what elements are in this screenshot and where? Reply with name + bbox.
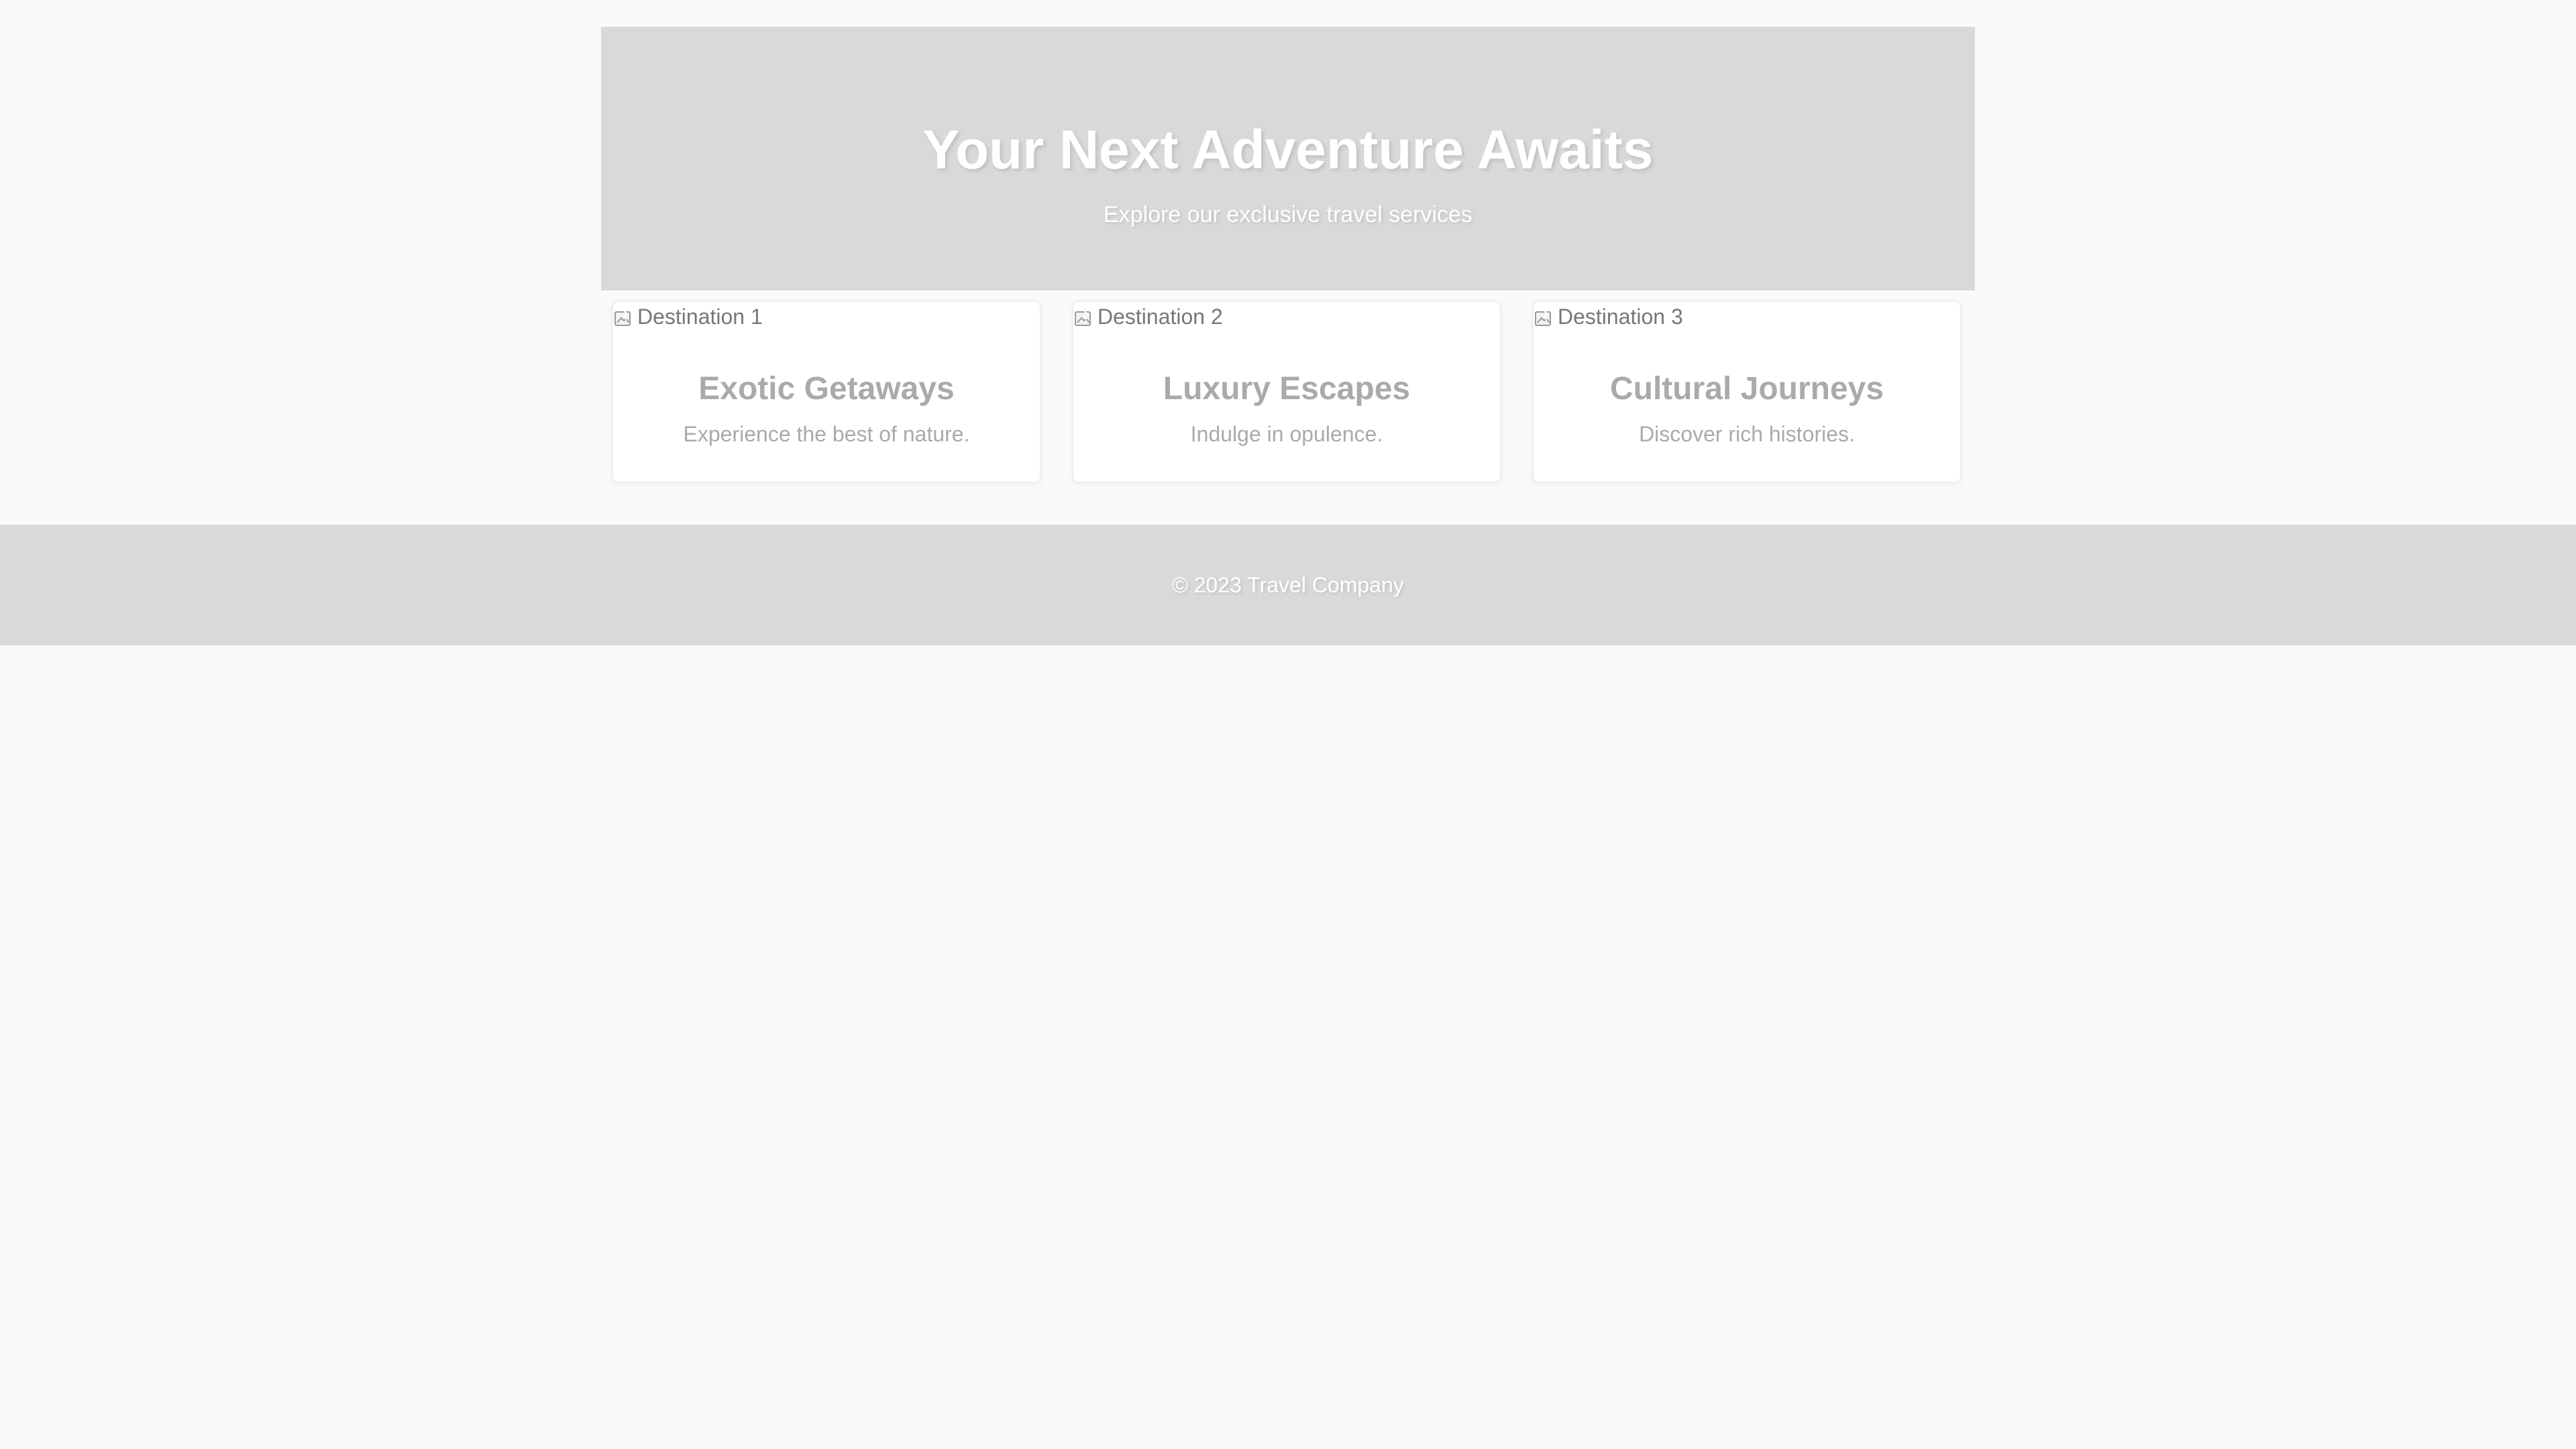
destination-image-alt: Destination 2 [1097,305,1223,329]
card-title: Luxury Escapes [1163,371,1411,407]
hero-title: Your Next Adventure Awaits [922,119,1654,180]
site-footer: © 2023 Travel Company [0,525,2576,645]
hero-banner: Your Next Adventure Awaits Explore our e… [601,27,1975,290]
card-title: Cultural Journeys [1609,371,1884,407]
destination-card-exotic-getaways[interactable]: Destination 1 Exotic Getaways Experience… [612,301,1041,483]
destination-card-luxury-escapes[interactable]: Destination 2 Luxury Escapes Indulge in … [1072,301,1501,483]
broken-image-icon [1073,307,1093,327]
destination-cards: Destination 1 Exotic Getaways Experience… [612,301,1962,483]
destination-image-alt: Destination 1 [637,305,763,329]
card-title: Exotic Getaways [698,371,955,407]
destination-card-cultural-journeys[interactable]: Destination 3 Cultural Journeys Discover… [1532,301,1962,483]
card-description: Discover rich histories. [1639,422,1855,446]
hero-subtitle: Explore our exclusive travel services [1104,202,1472,227]
card-description: Experience the best of nature. [683,422,970,446]
footer-copyright: © 2023 Travel Company [1172,573,1404,597]
broken-image-icon [613,307,633,327]
page: Your Next Adventure Awaits Explore our e… [0,0,2576,1449]
destination-image: Destination 2 [1073,302,1223,331]
destination-image-alt: Destination 3 [1558,305,1683,329]
destination-image: Destination 3 [1534,302,1683,331]
card-description: Indulge in opulence. [1190,422,1383,446]
destination-image: Destination 1 [613,302,763,331]
broken-image-icon [1534,307,1554,327]
